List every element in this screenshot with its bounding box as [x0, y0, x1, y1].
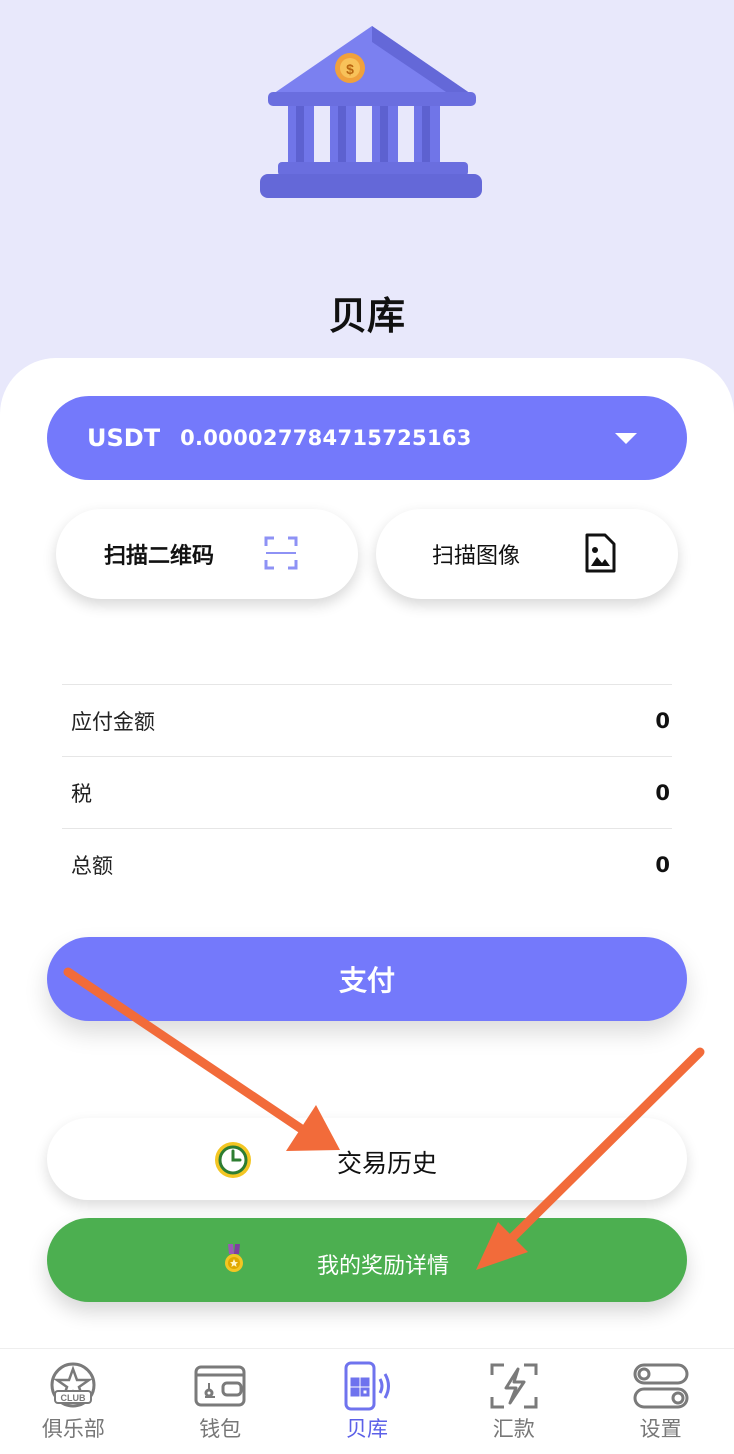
tab-label: 贝库 [345, 1417, 388, 1441]
reward-details-button[interactable]: 我的奖励详情 [47, 1218, 687, 1302]
medal-icon [225, 1244, 243, 1272]
tab-label: 汇款 [492, 1417, 535, 1441]
chevron-down-icon [615, 433, 637, 444]
transaction-history-label: 交易历史 [337, 1149, 438, 1178]
svg-text:CLUB: CLUB [61, 1393, 86, 1403]
wallet-icon [194, 1365, 246, 1407]
page-title: 贝库 [328, 294, 405, 338]
summary-value: 0 [655, 708, 670, 733]
scan-image-button[interactable]: 扫描图像 [376, 509, 678, 599]
scan-qr-label: 扫描二维码 [104, 544, 215, 569]
qr-phone-icon [344, 1361, 390, 1411]
currency-dropdown[interactable]: USDT 0.000027784715725163 [47, 396, 687, 480]
bottom-tab-bar: CLUB 俱乐部 钱包 贝库 汇款 设置 [0, 1348, 734, 1454]
tab-remit[interactable]: 汇款 [440, 1349, 587, 1454]
summary-label: 总额 [71, 853, 113, 878]
tab-beiku[interactable]: 贝库 [294, 1349, 441, 1454]
hero-section: $ 贝库 [0, 0, 734, 380]
tab-label: 设置 [639, 1417, 682, 1441]
transaction-history-button[interactable]: 交易历史 [47, 1118, 687, 1200]
summary-label: 应付金额 [71, 709, 155, 734]
scan-frame-icon [264, 536, 298, 570]
tab-club[interactable]: CLUB 俱乐部 [0, 1349, 147, 1454]
reward-details-label: 我的奖励详情 [317, 1254, 450, 1279]
summary-row-total: 总额 0 [62, 828, 672, 900]
club-icon: CLUB [50, 1362, 96, 1408]
summary-label: 税 [71, 781, 92, 806]
bank-building-icon: $ [260, 26, 482, 198]
pay-button[interactable]: 支付 [47, 937, 687, 1021]
tab-settings[interactable]: 设置 [587, 1349, 734, 1454]
scan-qr-button[interactable]: 扫描二维码 [56, 509, 358, 599]
summary-row-amount-due: 应付金额 0 [62, 684, 672, 756]
currency-balance: 0.000027784715725163 [180, 426, 472, 450]
tab-wallet[interactable]: 钱包 [147, 1349, 294, 1454]
currency-code: USDT [87, 424, 161, 452]
tab-label: 俱乐部 [41, 1417, 105, 1441]
summary-value: 0 [655, 780, 670, 805]
scan-image-label: 扫描图像 [432, 544, 521, 569]
clock-icon [215, 1142, 251, 1178]
lightning-icon [490, 1363, 538, 1409]
summary-row-tax: 税 0 [62, 756, 672, 828]
summary-value: 0 [655, 852, 670, 877]
image-file-icon [585, 533, 616, 573]
svg-text:$: $ [346, 61, 354, 77]
toggle-settings-icon [633, 1363, 689, 1409]
tab-label: 钱包 [199, 1417, 242, 1441]
